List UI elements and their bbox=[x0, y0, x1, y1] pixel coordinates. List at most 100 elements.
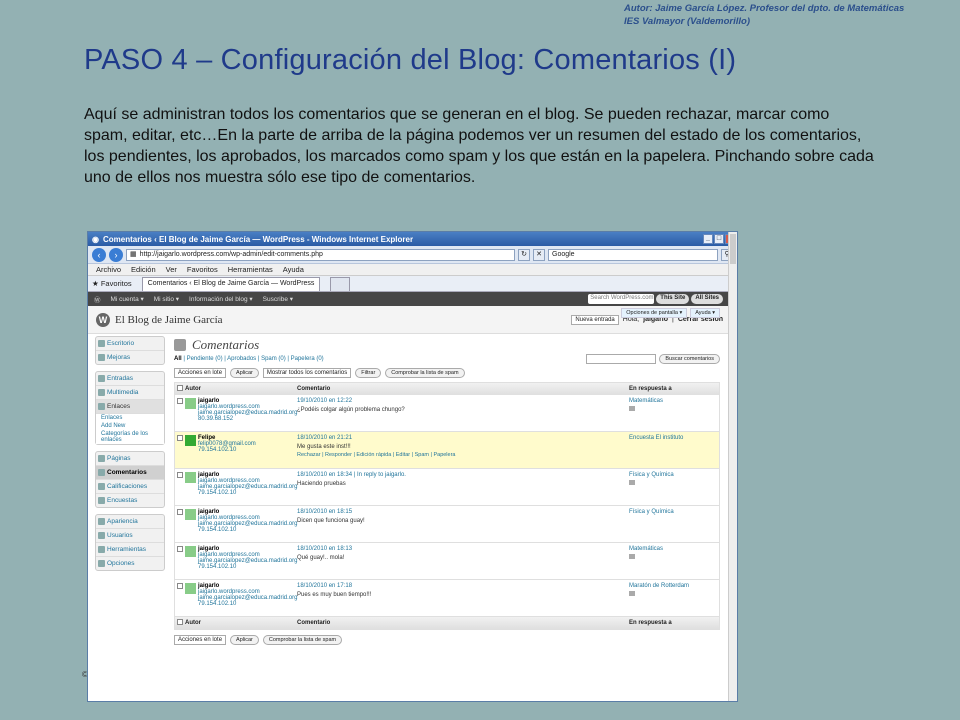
sidebar-item-mejoras[interactable]: Mejoras bbox=[96, 351, 164, 364]
response-post[interactable]: Física y Química bbox=[629, 472, 719, 478]
sidebar-item-encuestas[interactable]: Encuestas bbox=[96, 494, 164, 507]
browser-tab[interactable]: Comentarios ‹ El Blog de Jaime García — … bbox=[141, 277, 321, 291]
forward-icon[interactable]: › bbox=[109, 247, 123, 262]
col-response[interactable]: En respuesta a bbox=[629, 386, 719, 392]
comment-date[interactable]: 18/10/2010 en 21:21 bbox=[297, 435, 629, 441]
response-post[interactable]: Maratón de Rotterdam bbox=[629, 583, 719, 589]
author-ip[interactable]: 80.39.68.152 bbox=[198, 416, 297, 422]
sidebar-item-comentarios[interactable]: Comentarios bbox=[96, 466, 164, 480]
author-ip[interactable]: 79.154.102.10 bbox=[198, 564, 297, 570]
menu-ayuda[interactable]: Ayuda bbox=[283, 265, 304, 274]
window-titlebar: ◉ Comentarios ‹ El Blog de Jaime García … bbox=[88, 232, 737, 246]
sidebar-item-opciones[interactable]: Opciones bbox=[96, 557, 164, 570]
sidebar-sub-enlaces[interactable]: Enlaces bbox=[96, 414, 164, 422]
check-spam-button[interactable]: Comprobar la lista de spam bbox=[385, 368, 465, 378]
check-spam-button-bottom[interactable]: Comprobar la lista de spam bbox=[262, 635, 343, 645]
search-comments-button[interactable]: Buscar comentarios bbox=[659, 354, 720, 364]
sidebar-item-herramientas[interactable]: Herramientas bbox=[96, 543, 164, 557]
adminbar-my-account[interactable]: Mi cuenta ▾ bbox=[111, 295, 144, 303]
back-icon[interactable]: ‹ bbox=[92, 247, 106, 262]
scrollbar-thumb[interactable] bbox=[730, 234, 736, 264]
tools-icon bbox=[98, 546, 105, 553]
wp-icon[interactable]: Ⓦ bbox=[94, 294, 101, 304]
comment-date[interactable]: 18/10/2010 en 17:18 bbox=[297, 583, 629, 589]
row-checkbox[interactable] bbox=[177, 509, 183, 515]
comment-type-select[interactable]: Mostrar todos los comentarios bbox=[262, 368, 352, 378]
refresh-icon[interactable]: ↻ bbox=[518, 248, 530, 261]
filter-button[interactable]: Filtrar bbox=[355, 368, 382, 378]
comment-date[interactable]: 18/10/2010 en 18:15 bbox=[297, 509, 629, 515]
comment-count-icon[interactable] bbox=[629, 406, 635, 411]
bulk-actions-select[interactable]: Acciones en lote bbox=[174, 368, 227, 378]
sidebar-item-usuarios[interactable]: Usuarios bbox=[96, 529, 164, 543]
select-all-checkbox-footer[interactable] bbox=[177, 619, 183, 625]
menu-favoritos[interactable]: Favoritos bbox=[187, 265, 218, 274]
apply-button-bottom[interactable]: Aplicar bbox=[230, 635, 259, 645]
response-post[interactable]: Matemáticas bbox=[629, 398, 719, 404]
comment-count-icon[interactable] bbox=[629, 591, 635, 596]
this-site-button[interactable]: This Site bbox=[656, 294, 690, 304]
row-checkbox[interactable] bbox=[177, 472, 183, 478]
favorites-button[interactable]: ★ Favoritos bbox=[92, 279, 132, 291]
screen-options-button[interactable]: Opciones de pantalla ▾ bbox=[621, 308, 688, 318]
menu-herramientas[interactable]: Herramientas bbox=[228, 265, 273, 274]
menu-ver[interactable]: Ver bbox=[166, 265, 177, 274]
comment-count-icon[interactable] bbox=[629, 480, 635, 485]
sidebar-sub-add-new[interactable]: Add New bbox=[96, 422, 164, 430]
sidebar-item-apariencia[interactable]: Apariencia bbox=[96, 515, 164, 529]
author-ip[interactable]: 79.154.102.10 bbox=[198, 527, 297, 533]
response-post[interactable]: Encuesta El instituto bbox=[629, 435, 719, 441]
new-entry-select[interactable]: Nueva entrada bbox=[571, 314, 619, 325]
help-button[interactable]: Ayuda ▾ bbox=[690, 308, 720, 318]
col-author-footer[interactable]: Autor bbox=[185, 620, 297, 626]
col-response-footer[interactable]: En respuesta a bbox=[629, 620, 719, 626]
sidebar-item-paginas[interactable]: Páginas bbox=[96, 452, 164, 466]
menu-archivo[interactable]: Archivo bbox=[96, 265, 121, 274]
row-checkbox[interactable] bbox=[177, 583, 183, 589]
new-tab-button[interactable] bbox=[330, 277, 351, 291]
sidebar-item-calificaciones[interactable]: Calificaciones bbox=[96, 480, 164, 494]
url-input[interactable]: ▦ http://jaigarlo.wordpress.com/wp-admin/… bbox=[126, 248, 515, 261]
comment-date[interactable]: 18/10/2010 en 18:13 bbox=[297, 546, 629, 552]
adminbar-my-site[interactable]: Mi sitio ▾ bbox=[154, 295, 179, 303]
scrollbar[interactable] bbox=[728, 232, 737, 701]
author-ip[interactable]: 79.154.102.10 bbox=[198, 447, 256, 453]
adminbar-subscribe[interactable]: Suscribe ▾ bbox=[263, 295, 293, 303]
row-checkbox[interactable] bbox=[177, 398, 183, 404]
author-ip[interactable]: 79.154.102.10 bbox=[198, 601, 297, 607]
sidebar-sub-categorias[interactable]: Categorías de los enlaces bbox=[96, 430, 164, 444]
favorites-bar: ★ Favoritos Comentarios ‹ El Blog de Jai… bbox=[88, 276, 737, 292]
row-actions[interactable]: Rechazar | Responder | Edición rápida | … bbox=[297, 452, 629, 458]
row-checkbox[interactable] bbox=[177, 546, 183, 552]
comment-search-input[interactable] bbox=[586, 354, 657, 364]
sidebar-item-enlaces[interactable]: Enlaces bbox=[96, 400, 164, 414]
row-checkbox[interactable] bbox=[177, 435, 183, 441]
filter-links[interactable]: | Pendiente (0) | Aprobados | Spam (0) |… bbox=[183, 356, 323, 362]
adminbar-blog-info[interactable]: Información del blog ▾ bbox=[189, 295, 253, 303]
select-all-checkbox[interactable] bbox=[177, 385, 183, 391]
sidebar-item-escritorio[interactable]: Escritorio bbox=[96, 337, 164, 351]
bulk-actions-select-bottom[interactable]: Acciones en lote bbox=[174, 635, 227, 645]
stop-icon[interactable]: ✕ bbox=[533, 248, 545, 261]
minimize-icon[interactable]: _ bbox=[703, 234, 713, 244]
author-line-2: IES Valmayor (Valdemorillo) bbox=[624, 16, 751, 27]
comment-count-icon[interactable] bbox=[629, 554, 635, 559]
wp-search-input[interactable]: Search WordPress.com bbox=[588, 294, 655, 304]
comment-date[interactable]: 19/10/2010 en 12:22 bbox=[297, 398, 629, 404]
avatar bbox=[185, 398, 196, 409]
comment-date[interactable]: 18/10/2010 en 18:34 | In reply to jaigar… bbox=[297, 472, 629, 478]
response-post[interactable]: Matemáticas bbox=[629, 546, 719, 552]
sidebar-item-entradas[interactable]: Entradas bbox=[96, 372, 164, 386]
author-ip[interactable]: 79.154.102.10 bbox=[198, 490, 297, 496]
maximize-icon[interactable]: □ bbox=[714, 234, 724, 244]
comments-icon bbox=[174, 339, 186, 351]
blog-name[interactable]: El Blog de Jaime García bbox=[115, 314, 223, 326]
response-post[interactable]: Física y Química bbox=[629, 509, 719, 515]
apply-button[interactable]: Aplicar bbox=[230, 368, 259, 378]
search-input[interactable]: Google bbox=[548, 248, 718, 261]
filter-all[interactable]: All bbox=[174, 356, 182, 362]
sidebar-item-multimedia[interactable]: Multimedia bbox=[96, 386, 164, 400]
col-author[interactable]: Autor bbox=[185, 386, 297, 392]
menu-edicion[interactable]: Edición bbox=[131, 265, 156, 274]
all-sites-button[interactable]: All Sites bbox=[691, 294, 723, 304]
